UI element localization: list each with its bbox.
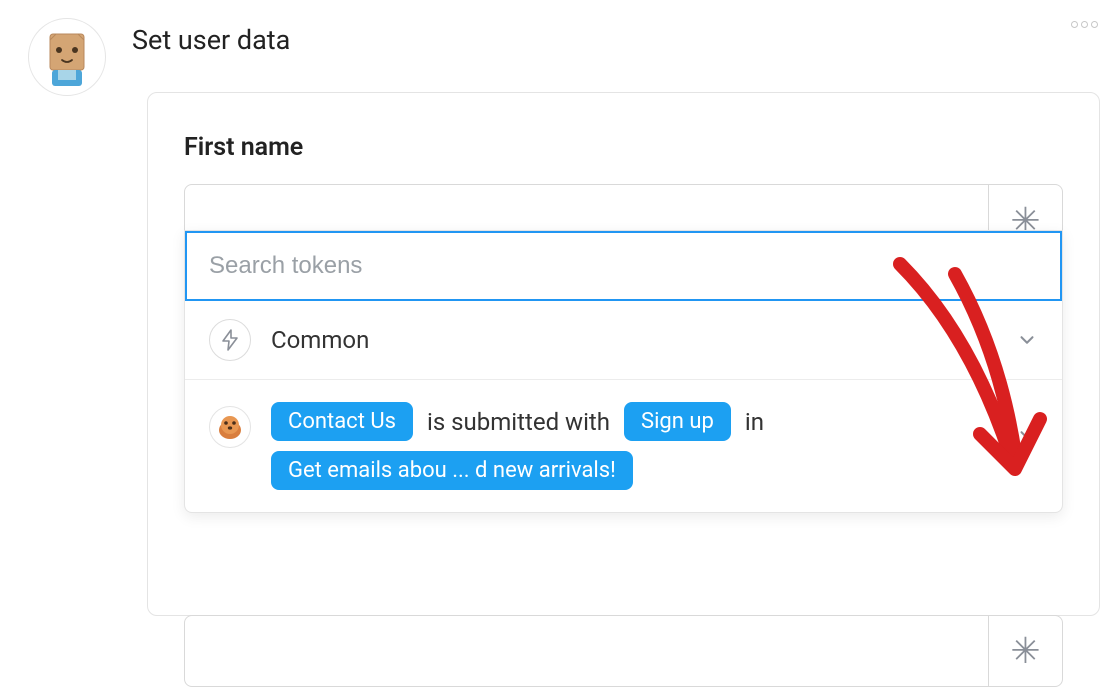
flow-text-submitted: is submitted with xyxy=(427,408,610,436)
more-options-button[interactable] xyxy=(1068,20,1098,28)
second-field-input[interactable] xyxy=(185,616,988,686)
flow-text-in: in xyxy=(745,408,764,436)
field-label-first-name: First name xyxy=(184,133,1063,162)
chevron-down-icon xyxy=(1016,329,1038,351)
pill-emails: Get emails abou ... d new arrivals! xyxy=(271,451,633,490)
lightning-icon xyxy=(209,319,251,361)
group-label: Common xyxy=(271,326,996,354)
avatar xyxy=(28,18,106,96)
wpforms-icon xyxy=(209,406,251,448)
tokens-dropdown: Common Contact Us is submitted with Sign… xyxy=(184,230,1063,513)
insert-token-button-2[interactable]: ✳ xyxy=(988,616,1062,686)
pill-contact-us: Contact Us xyxy=(271,402,413,441)
page-title: Set user data xyxy=(132,24,290,56)
second-field-row: ✳ xyxy=(184,615,1063,687)
paper-bag-avatar-icon xyxy=(38,28,96,86)
form-submission-group[interactable]: Contact Us is submitted with Sign up in … xyxy=(185,380,1062,512)
config-card: First name ✳ Common xyxy=(147,92,1100,616)
search-row xyxy=(185,231,1062,301)
chevron-down-icon xyxy=(1016,424,1038,446)
group-common[interactable]: Common xyxy=(185,301,1062,380)
search-input[interactable] xyxy=(209,252,1038,280)
form-flow-content: Contact Us is submitted with Sign up in … xyxy=(271,402,996,490)
pill-sign-up: Sign up xyxy=(624,402,731,441)
asterisk-icon: ✳ xyxy=(1010,630,1040,672)
